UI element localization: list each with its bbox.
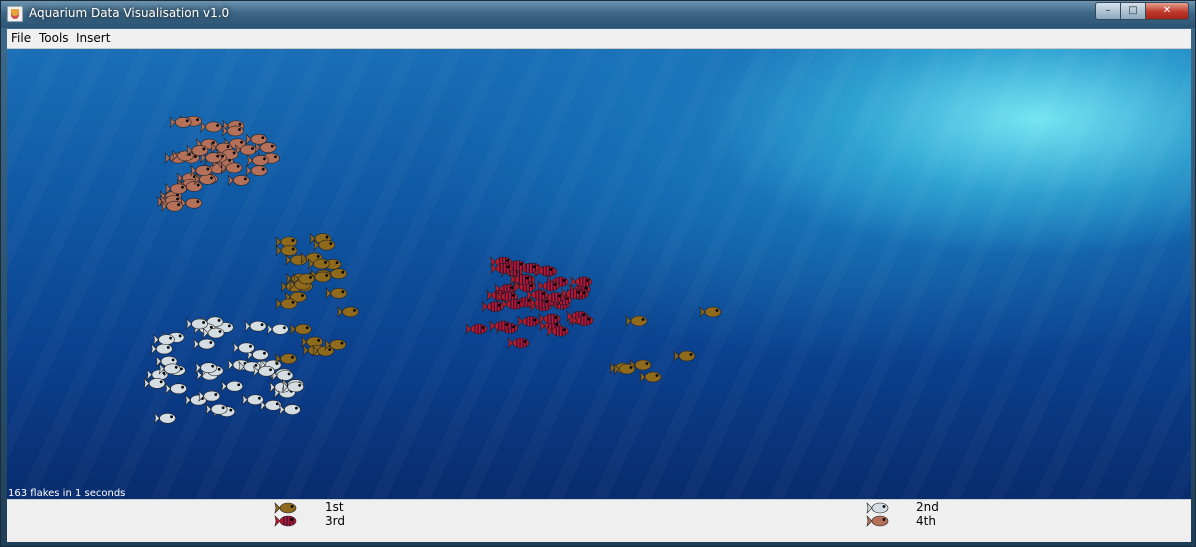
title-bar[interactable]: Aquarium Data Visualisation v1.0 – □ ✕ <box>1 1 1195 28</box>
orange-fish-icon <box>275 244 298 257</box>
grey-fish-icon <box>266 323 289 336</box>
grey-fish-icon <box>195 361 217 374</box>
red-striped-fish-icon <box>465 323 488 335</box>
orange-fish-icon <box>325 287 348 300</box>
window-controls: – □ ✕ <box>1095 2 1189 20</box>
red-striped-fish-icon <box>507 337 530 349</box>
grey-fish-icon <box>232 341 255 354</box>
grey-fish-icon <box>186 318 208 330</box>
menu-bar: File Tools Insert <box>7 29 1191 49</box>
orange-fish-icon <box>289 323 312 336</box>
red-striped-fish-icon <box>274 515 297 527</box>
red-striped-fish-icon <box>490 262 513 275</box>
orange-fish-icon <box>275 235 298 248</box>
salmon-fish-icon <box>200 121 222 133</box>
red-striped-fish-icon <box>517 315 540 328</box>
legend-panel: 1st 3rd 2nd 4th <box>7 499 1191 542</box>
grey-fish-icon <box>193 338 216 350</box>
menu-file[interactable]: File <box>11 31 31 45</box>
grey-fish-icon <box>165 382 187 395</box>
salmon-fish-icon <box>245 133 268 146</box>
red-striped-fish-icon <box>570 275 593 288</box>
red-striped-fish-icon <box>537 280 560 292</box>
legend-fish-grey-icon <box>866 502 889 514</box>
java-app-icon[interactable] <box>7 6 23 22</box>
grey-fish-icon <box>244 320 267 333</box>
salmon-fish-icon <box>246 154 269 167</box>
grey-fish-icon <box>154 412 176 425</box>
menu-insert[interactable]: Insert <box>76 31 110 45</box>
minimize-button[interactable]: – <box>1095 2 1121 20</box>
grey-fish-icon <box>150 343 173 355</box>
grey-fish-icon <box>143 377 166 390</box>
app-window: Aquarium Data Visualisation v1.0 – □ ✕ F… <box>0 0 1196 547</box>
salmon-fish-icon <box>245 164 268 177</box>
orange-fish-icon <box>625 315 648 327</box>
grey-fish-icon <box>221 380 243 393</box>
legend-label-1st: 1st <box>325 500 344 514</box>
status-text: 163 flakes in 1 seconds <box>8 488 126 499</box>
fish-school-layer <box>143 115 722 425</box>
orange-fish-icon <box>337 305 359 318</box>
close-button[interactable]: ✕ <box>1146 2 1189 20</box>
aquarium-canvas[interactable]: 163 flakes in 1 seconds <box>7 49 1191 499</box>
salmon-fish-icon <box>227 174 250 187</box>
orange-fish-icon <box>699 306 722 318</box>
salmon-fish-icon <box>180 197 203 210</box>
grey-fish-icon <box>153 333 175 346</box>
maximize-button[interactable]: □ <box>1121 2 1146 20</box>
grey-fish-icon <box>278 403 301 416</box>
legend-fish-orange-icon <box>274 502 297 514</box>
salmon-fish-icon <box>169 116 192 129</box>
red-striped-fish-icon <box>538 312 561 325</box>
grey-fish-icon <box>259 399 282 412</box>
legend-label-3rd: 3rd <box>325 514 345 528</box>
grey-fish-icon <box>271 369 294 382</box>
grey-fish-icon <box>866 502 889 514</box>
legend-fish-red-striped-icon <box>274 515 297 527</box>
salmon-fish-icon <box>866 515 889 527</box>
legend-label-2nd: 2nd <box>916 500 939 514</box>
grey-fish-icon <box>205 403 228 416</box>
red-striped-fish-icon <box>481 300 504 313</box>
window-title: Aquarium Data Visualisation v1.0 <box>29 6 230 20</box>
orange-fish-icon <box>673 350 696 362</box>
grey-fish-icon <box>241 393 264 406</box>
red-striped-fish-icon <box>489 320 512 332</box>
legend-fish-salmon-icon <box>866 515 889 527</box>
orange-fish-icon <box>275 297 298 310</box>
menu-tools[interactable]: Tools <box>39 31 69 45</box>
legend-label-4th: 4th <box>916 514 936 528</box>
orange-fish-icon <box>639 371 662 383</box>
orange-fish-icon <box>274 502 297 514</box>
